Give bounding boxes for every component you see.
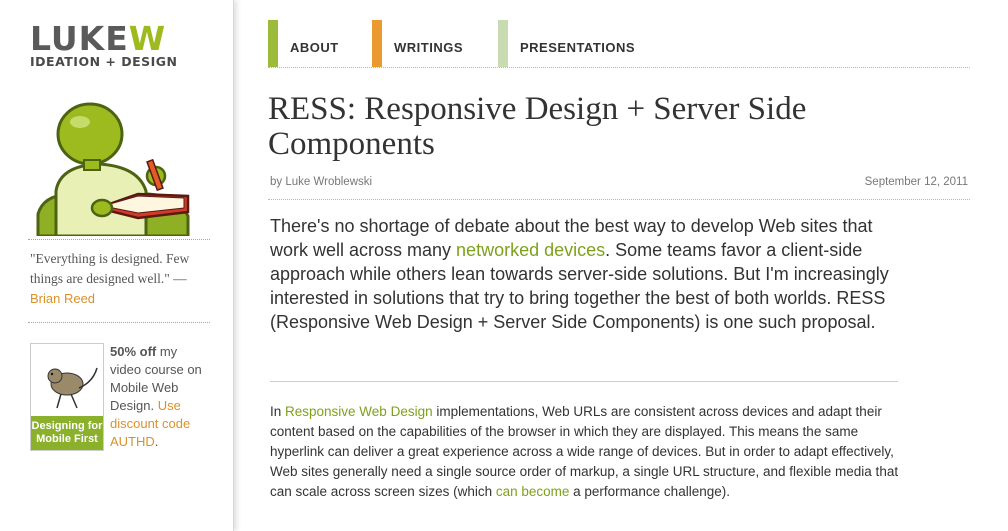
- can-become-link[interactable]: can become: [496, 484, 570, 499]
- nav-about-color-bar: [268, 20, 278, 67]
- lead-divider: [270, 381, 898, 382]
- responsive-web-design-link[interactable]: Responsive Web Design: [285, 404, 433, 419]
- byline-divider: [268, 199, 970, 200]
- article-title: RESS: Responsive Design + Server Side Co…: [268, 91, 807, 162]
- networked-devices-link[interactable]: networked devices: [456, 240, 605, 260]
- sidebar-quote: "Everything is designed. Few things are …: [30, 249, 210, 309]
- p1-text-before: In: [270, 404, 286, 419]
- book-title: Designing for Mobile First: [31, 416, 103, 450]
- quote-text: "Everything is designed. Few things are …: [30, 251, 190, 286]
- sidebar: LUKEW IDEATION + DESIGN "Everything is d…: [0, 0, 234, 531]
- sidebar-divider: [28, 239, 210, 240]
- promo-period: .: [154, 434, 159, 449]
- logo-wordmark: LUKEW: [30, 19, 167, 58]
- quote-author-link[interactable]: Brian Reed: [30, 291, 95, 306]
- nav-about-label[interactable]: ABOUT: [290, 40, 339, 55]
- nav-presentations-color-bar: [498, 20, 508, 67]
- mascot-reading-illustration: [36, 102, 190, 236]
- site-logo[interactable]: LUKEW IDEATION + DESIGN: [30, 19, 200, 72]
- book-cover-image[interactable]: Designing for Mobile First: [30, 343, 104, 451]
- article-date: September 12, 2011: [864, 176, 968, 188]
- article-byline: by Luke Wroblewski: [270, 176, 373, 188]
- article-lead: There's no shortage of debate about the …: [270, 214, 910, 334]
- kangaroo-rat-illustration: [47, 367, 98, 409]
- nav-presentations-label[interactable]: PRESENTATIONS: [520, 40, 635, 55]
- logo-tagline: IDEATION + DESIGN: [30, 54, 178, 69]
- sidebar-divider: [28, 322, 210, 323]
- p1-text-after: a performance challenge).: [569, 484, 730, 499]
- course-promo: 50% off my video course on Mobile Web De…: [110, 343, 210, 451]
- article-paragraph: In Responsive Web Design implementations…: [270, 402, 900, 502]
- nav-writings-label[interactable]: WRITINGS: [394, 40, 463, 55]
- nav-writings-color-bar: [372, 20, 382, 67]
- promo-discount: 50% off: [110, 344, 157, 359]
- nav-divider: [268, 67, 970, 68]
